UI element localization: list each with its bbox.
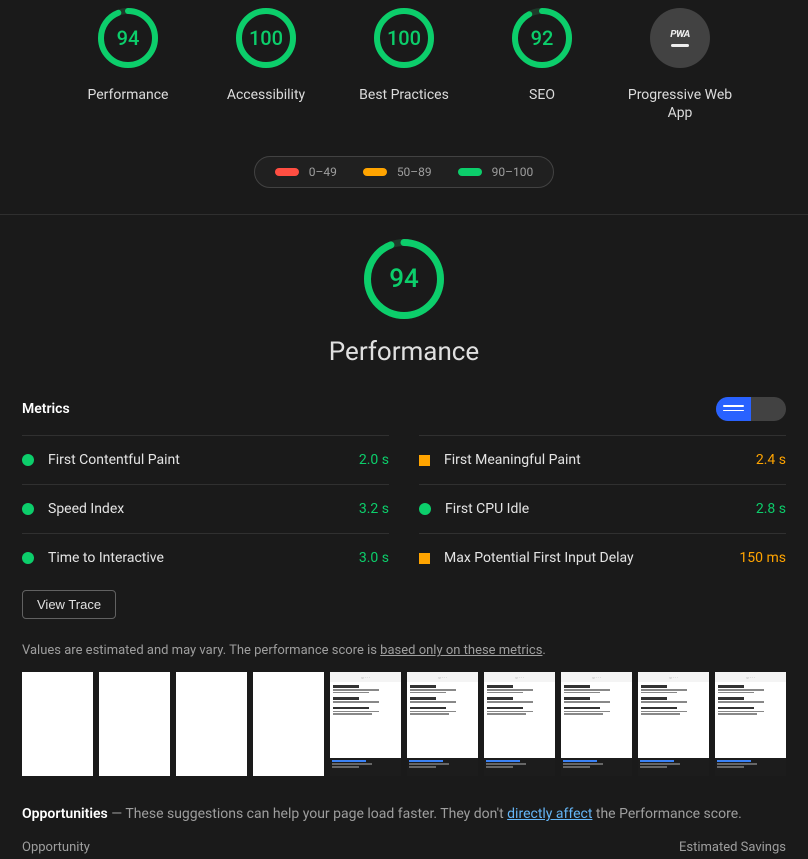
metric-name: Time to Interactive	[48, 550, 345, 566]
metrics-view-toggle[interactable]	[716, 397, 786, 421]
metric-name: Speed Index	[48, 501, 345, 517]
metric-value: 2.0 s	[359, 452, 389, 468]
gauge-score: 100	[374, 8, 434, 68]
legend-average: 50–89	[363, 165, 432, 179]
gauge-label: SEO	[529, 86, 555, 104]
gauge-ring-icon: 100	[236, 8, 296, 68]
screenshot-filmstrip: ○ · · · ○ · · · ○ · · · ○ · · ·	[22, 672, 786, 776]
legend-fail-range: 0–49	[309, 165, 337, 179]
gauge-ring-icon: 92	[512, 8, 572, 68]
metrics-grid: First Contentful Paint 2.0 s Speed Index…	[22, 435, 786, 582]
legend-pass-range: 90–100	[492, 165, 534, 179]
gauge-ring-icon: 94	[98, 8, 158, 68]
view-trace-button[interactable]: View Trace	[22, 590, 116, 619]
gauge-score: 94	[98, 8, 158, 68]
toggle-collapsed-icon[interactable]	[751, 397, 786, 421]
category-gauges: 94 Performance 100 Accessibility 100 Bes…	[0, 0, 808, 134]
pass-icon	[22, 552, 34, 564]
performance-title: Performance	[329, 337, 479, 367]
filmstrip-frame[interactable]	[176, 672, 247, 776]
metric-name: First Meaningful Paint	[444, 452, 742, 468]
gauge-label: Accessibility	[227, 86, 305, 104]
opportunities-link[interactable]: directly affect	[507, 806, 592, 822]
filmstrip-frame[interactable]	[99, 672, 170, 776]
gauge-score: 100	[236, 8, 296, 68]
filmstrip-frame[interactable]	[22, 672, 93, 776]
opportunities-heading: Opportunities — These suggestions can he…	[22, 806, 786, 822]
toggle-expanded-icon[interactable]	[716, 397, 751, 421]
performance-score: 94	[364, 239, 444, 319]
score-legend: 0–49 50–89 90–100	[0, 156, 808, 188]
pwa-badge-icon: PWA	[650, 8, 710, 68]
opportunities-table-header: Opportunity Estimated Savings	[22, 840, 786, 859]
metric-value: 150 ms	[739, 550, 786, 566]
gauge-accessibility[interactable]: 100 Accessibility	[211, 8, 321, 122]
gauge-seo[interactable]: 92 SEO	[487, 8, 597, 122]
disclaimer-link[interactable]: based only on these metrics	[380, 643, 542, 658]
metric-row[interactable]: Max Potential First Input Delay 150 ms	[419, 533, 786, 582]
metric-row[interactable]: First Meaningful Paint 2.4 s	[419, 435, 786, 484]
gauge-pwa[interactable]: PWA Progressive Web App	[625, 8, 735, 122]
gauge-best-practices[interactable]: 100 Best Practices	[349, 8, 459, 122]
filmstrip-frame[interactable]: ○ · · ·	[561, 672, 632, 776]
filmstrip-frame[interactable]: ○ · · ·	[715, 672, 786, 776]
gauge-label: Best Practices	[359, 86, 449, 104]
legend-fail: 0–49	[275, 165, 337, 179]
average-icon	[419, 455, 430, 466]
metric-value: 3.2 s	[359, 501, 389, 517]
metric-value: 2.8 s	[756, 501, 786, 517]
metric-row[interactable]: Time to Interactive 3.0 s	[22, 533, 389, 582]
metric-value: 3.0 s	[359, 550, 389, 566]
opportunity-col-label: Opportunity	[22, 840, 90, 855]
filmstrip-frame[interactable]	[253, 672, 324, 776]
legend-average-range: 50–89	[397, 165, 432, 179]
legend-pass: 90–100	[458, 165, 534, 179]
pass-icon	[419, 503, 431, 515]
metric-name: First CPU Idle	[445, 501, 742, 517]
metric-name: Max Potential First Input Delay	[444, 550, 725, 566]
metrics-heading: Metrics	[22, 401, 70, 417]
pass-icon	[22, 503, 34, 515]
average-icon	[419, 553, 430, 564]
metric-value: 2.4 s	[756, 452, 786, 468]
gauge-ring-icon: 100	[374, 8, 434, 68]
gauge-performance[interactable]: 94 Performance	[73, 8, 183, 122]
performance-header: 94 Performance	[22, 239, 786, 367]
metric-row[interactable]: First Contentful Paint 2.0 s	[22, 435, 389, 484]
pass-icon	[22, 454, 34, 466]
metric-row[interactable]: First CPU Idle 2.8 s	[419, 484, 786, 533]
filmstrip-frame[interactable]: ○ · · ·	[638, 672, 709, 776]
filmstrip-frame[interactable]: ○ · · ·	[484, 672, 555, 776]
metric-name: First Contentful Paint	[48, 452, 345, 468]
metric-row[interactable]: Speed Index 3.2 s	[22, 484, 389, 533]
gauge-score: 92	[512, 8, 572, 68]
estimated-savings-col-label: Estimated Savings	[679, 840, 786, 855]
filmstrip-frame[interactable]: ○ · · ·	[330, 672, 401, 776]
metrics-disclaimer: Values are estimated and may vary. The p…	[22, 643, 786, 658]
gauge-label: Progressive Web App	[625, 86, 735, 122]
gauge-label: Performance	[88, 86, 169, 104]
filmstrip-frame[interactable]: ○ · · ·	[407, 672, 478, 776]
performance-gauge: 94	[364, 239, 444, 319]
